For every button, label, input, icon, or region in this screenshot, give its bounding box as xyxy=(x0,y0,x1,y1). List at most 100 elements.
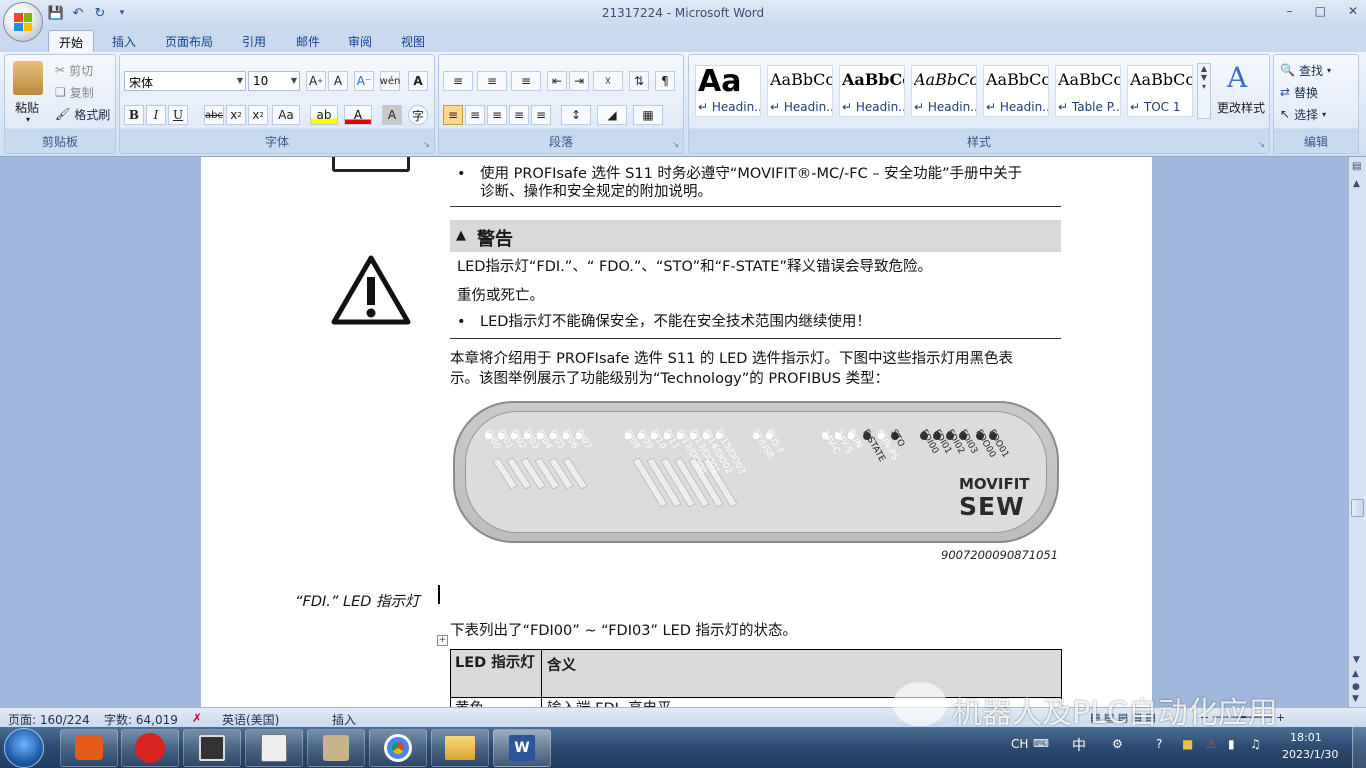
font-color-icon[interactable]: A xyxy=(344,105,372,125)
style-toc-1[interactable]: AaBbCcD↵ TOC 1 xyxy=(1127,65,1193,117)
paste-icon[interactable] xyxy=(13,61,43,95)
tab-review[interactable]: 审阅 xyxy=(338,30,382,52)
shrink-font-icon[interactable]: A xyxy=(328,71,348,91)
tray-ime[interactable]: 中 xyxy=(1072,735,1086,755)
table-move-handle-icon[interactable]: + xyxy=(437,635,448,646)
scroll-thumb[interactable] xyxy=(1351,499,1364,517)
status-insert-mode[interactable]: 插入 xyxy=(332,711,356,728)
align-left-icon[interactable]: ≡ xyxy=(443,105,463,125)
styles-dialog-launcher-icon[interactable]: ↘ xyxy=(1258,140,1265,149)
character-shading-icon[interactable]: A xyxy=(382,105,402,125)
clear-format-icon[interactable]: A⁻ xyxy=(354,71,374,91)
multilevel-list-icon[interactable]: ≡ xyxy=(511,71,541,91)
styles-scroll-icon[interactable]: ▲ ▼ ▾ xyxy=(1197,63,1211,119)
style-heading-1[interactable]: Aa ↵ Headin... xyxy=(695,64,761,117)
select-button[interactable]: ↖ 选择 ▾ xyxy=(1280,104,1326,124)
justify-icon[interactable]: ≡ xyxy=(509,105,529,125)
tab-mailings[interactable]: 邮件 xyxy=(286,30,330,52)
format-painter-button[interactable]: 🖌 格式刷 xyxy=(55,104,110,124)
character-border-icon[interactable]: A xyxy=(408,71,428,91)
highlight-icon[interactable]: ab xyxy=(310,105,338,125)
office-button[interactable] xyxy=(3,2,43,42)
change-styles-icon[interactable]: A xyxy=(1227,61,1247,94)
chinese-layout-icon[interactable]: ☓ xyxy=(593,71,623,91)
font-name-combo[interactable]: 宋体 ▼ xyxy=(124,71,246,91)
tray-language[interactable]: CH xyxy=(1011,737,1028,751)
align-center-icon[interactable]: ≡ xyxy=(465,105,485,125)
tray-time[interactable]: 18:01 xyxy=(1290,731,1322,744)
change-styles-button[interactable]: 更改样式 xyxy=(1217,99,1265,116)
taskbar-app-document[interactable] xyxy=(245,729,303,767)
phonetic-guide-icon[interactable]: wén xyxy=(380,71,400,91)
underline-icon[interactable]: U xyxy=(168,105,188,125)
paste-dropdown-icon[interactable]: ▾ xyxy=(26,115,30,124)
scroll-up-icon[interactable]: ▲ xyxy=(1353,179,1360,189)
undo-icon[interactable]: ↶ xyxy=(70,5,86,21)
taskbar-app-orange[interactable] xyxy=(60,729,118,767)
show-desktop-button[interactable] xyxy=(1352,727,1366,768)
shading-icon[interactable]: ◢ xyxy=(597,105,627,125)
cut-button[interactable]: ✂ 剪切 xyxy=(55,60,93,80)
bold-icon[interactable]: B xyxy=(124,105,144,125)
style-heading-4[interactable]: AaBbCcDd↵ Headin... xyxy=(911,65,977,117)
decrease-indent-icon[interactable]: ⇤ xyxy=(547,71,567,91)
bullets-icon[interactable]: ≡ xyxy=(443,71,473,91)
save-icon[interactable]: 💾 xyxy=(48,5,64,21)
paste-button[interactable]: 粘贴 xyxy=(15,99,39,116)
align-right-icon[interactable]: ≡ xyxy=(487,105,507,125)
status-language[interactable]: 英语(美国) xyxy=(222,711,279,728)
numbering-icon[interactable]: ≡ xyxy=(477,71,507,91)
enclose-characters-icon[interactable]: 字 xyxy=(408,105,428,125)
document-page[interactable]: • 使用 PROFIsafe 选件 S11 时务必遵守“MOVIFIT®-MC/… xyxy=(201,157,1152,710)
previous-page-icon[interactable]: ▲ xyxy=(1352,669,1359,679)
scroll-down-icon[interactable]: ▼ xyxy=(1353,655,1360,665)
tab-home[interactable]: 开始 xyxy=(48,30,95,52)
taskbar-app-red[interactable] xyxy=(121,729,179,767)
tray-signal-icon[interactable]: ▮ xyxy=(1228,737,1235,751)
increase-indent-icon[interactable]: ⇥ xyxy=(569,71,589,91)
strikethrough-icon[interactable]: abc xyxy=(204,105,224,125)
tray-help-icon[interactable]: ? xyxy=(1156,737,1162,751)
line-spacing-icon[interactable]: ↕ xyxy=(561,105,591,125)
tray-keyboard-icon[interactable]: ⌨ xyxy=(1033,737,1049,750)
maximize-button[interactable]: □ xyxy=(1315,4,1326,18)
paragraph-dialog-launcher-icon[interactable]: ↘ xyxy=(672,140,679,149)
tab-references[interactable]: 引用 xyxy=(232,30,276,52)
style-heading-5[interactable]: AaBbCcD↵ Headin... xyxy=(983,65,1049,117)
copy-button[interactable]: ❏ 复制 xyxy=(55,82,94,102)
show-marks-icon[interactable]: ¶ xyxy=(655,71,675,91)
style-heading-3[interactable]: AaBbCcI↵ Headin... xyxy=(839,65,905,117)
taskbar-word[interactable]: W xyxy=(493,729,551,767)
status-word-count[interactable]: 字数: 64,019 xyxy=(104,711,178,728)
borders-icon[interactable]: ▦ xyxy=(633,105,663,125)
tray-ime-settings-icon[interactable]: ⚙ xyxy=(1112,737,1123,751)
replace-button[interactable]: ⇄ 替换 xyxy=(1280,82,1318,102)
sort-icon[interactable]: ⇅ xyxy=(629,71,649,91)
close-button[interactable]: ✕ xyxy=(1348,4,1358,18)
tab-view[interactable]: 视图 xyxy=(391,30,435,52)
taskbar-app-drawing[interactable] xyxy=(307,729,365,767)
font-dialog-launcher-icon[interactable]: ↘ xyxy=(423,140,430,149)
redo-icon[interactable]: ↻ xyxy=(92,5,108,21)
superscript-icon[interactable]: x2 xyxy=(248,105,268,125)
subscript-icon[interactable]: x2 xyxy=(226,105,246,125)
vertical-scrollbar[interactable]: ▤ ▲ ▼ ▲ ● ▼ xyxy=(1348,157,1366,707)
tray-date[interactable]: 2023/1/30 xyxy=(1282,748,1338,761)
taskbar-chrome[interactable] xyxy=(369,729,427,767)
tray-network-warning-icon[interactable]: ⚠ xyxy=(1206,737,1217,751)
customize-qat-icon[interactable]: ▾ xyxy=(114,5,130,21)
distributed-icon[interactable]: ≡ xyxy=(531,105,551,125)
tab-page-layout[interactable]: 页面布局 xyxy=(155,30,223,52)
browse-object-icon[interactable]: ● xyxy=(1352,682,1360,692)
minimize-button[interactable]: – xyxy=(1287,4,1293,18)
change-case-icon[interactable]: Aa xyxy=(272,105,300,125)
font-size-combo[interactable]: 10 ▼ xyxy=(248,71,300,91)
start-button[interactable] xyxy=(4,728,44,768)
tray-volume-icon[interactable]: ♫ xyxy=(1250,737,1261,751)
style-table-paragraph[interactable]: AaBbCcI↵ Table P... xyxy=(1055,65,1121,117)
next-page-icon[interactable]: ▼ xyxy=(1352,694,1359,704)
tray-security-icon[interactable]: ■ xyxy=(1182,737,1193,751)
ruler-toggle-icon[interactable]: ▤ xyxy=(1352,161,1361,172)
taskbar-app-tool[interactable] xyxy=(183,729,241,767)
proofing-icon[interactable]: ✗ xyxy=(192,711,202,725)
